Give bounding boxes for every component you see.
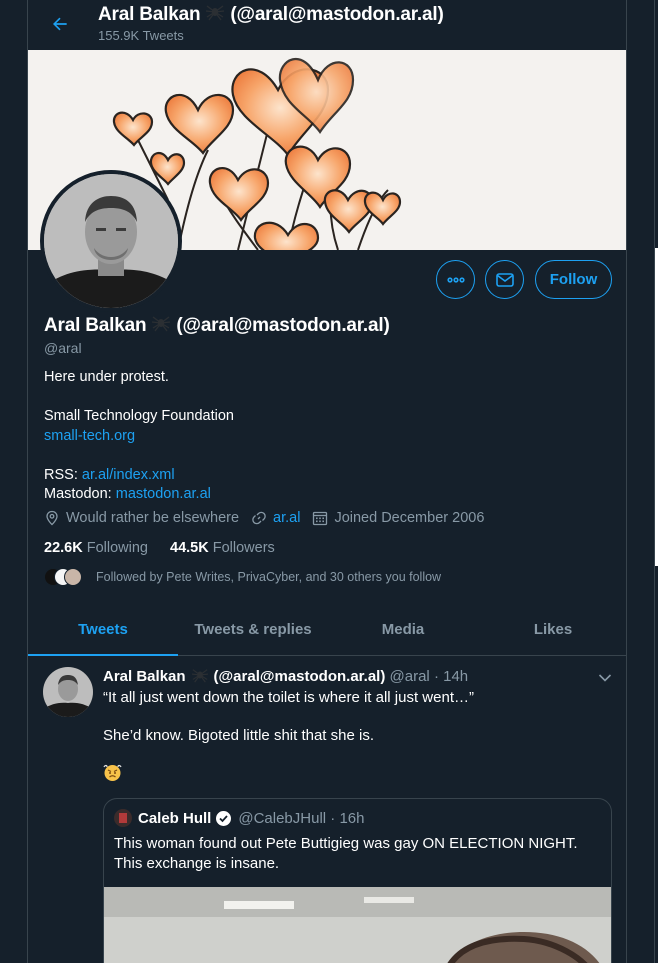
video-thumbnail [104, 887, 611, 963]
bio-link-small-tech[interactable]: small-tech.org [44, 428, 135, 444]
chevron-down-icon [598, 674, 612, 682]
link-icon [252, 511, 266, 525]
profile-handle: @aral [44, 340, 82, 356]
joined-item: Joined December 2006 [312, 510, 484, 526]
top-bar: Aral Balkan (@aral@mastodon.ar.al) 155.9K… [28, 0, 626, 50]
quoted-time: · 16h [330, 809, 365, 827]
profile-meta: Would rather be elsewhere ar.al Joined D… [44, 510, 496, 526]
bio-line: Here under protest. [44, 369, 169, 385]
quoted-tweet-header: Caleb Hull @CalebJHull · 16h [114, 809, 365, 827]
followed-by[interactable]: Followed by Pete Writes, PrivaCyber, and… [44, 568, 441, 586]
tweet-header: Aral Balkan (@aral@mastodon.ar.al) @aral … [103, 667, 468, 687]
spider-icon [150, 314, 172, 338]
profile-tabs: Tweets Tweets & replies Media Likes [28, 604, 626, 656]
back-arrow-icon [53, 17, 67, 31]
profile-display-name: Aral Balkan [44, 315, 147, 337]
profile-handle-suffix: (@aral@mastodon.ar.al) [176, 315, 390, 337]
tweet-body: “It all just went down the toilet is whe… [103, 688, 474, 745]
tweet-menu-button[interactable] [598, 670, 612, 688]
profile-column: Aral Balkan (@aral@mastodon.ar.al) 155.9K… [27, 0, 627, 963]
follow-counts: 22.6K Following 44.5K Followers [44, 540, 293, 556]
quoted-tweet-text: This woman found out Pete Buttigieg was … [114, 835, 578, 872]
tab-media[interactable]: Media [328, 604, 478, 655]
bio-line: Small Technology Foundation [44, 408, 234, 424]
followed-by-text: Followed by Pete Writes, PrivaCyber, and… [96, 570, 442, 584]
tweet-author-name[interactable]: Aral Balkan [103, 668, 186, 685]
angry-face-emoji [103, 763, 122, 782]
back-button[interactable] [44, 8, 76, 40]
rss-label: RSS: [44, 466, 78, 483]
following-label: Following [86, 540, 148, 556]
mastodon-link[interactable]: mastodon.ar.al [116, 486, 211, 502]
quoted-author-handle: @CalebJHull [238, 809, 327, 827]
website-link[interactable]: ar.al [273, 510, 300, 526]
joined-text: Joined December 2006 [334, 510, 485, 526]
profile-photo [44, 174, 178, 308]
followers-link[interactable]: 44.5K Followers [170, 540, 275, 556]
mail-icon [495, 272, 514, 287]
location-text: Would rather be elsewhere [66, 510, 240, 526]
location-icon [46, 510, 58, 526]
tab-tweets[interactable]: Tweets [28, 604, 178, 656]
profile-name: Aral Balkan (@aral@mastodon.ar.al) [44, 314, 390, 338]
mastodon-label: Mastodon: [44, 486, 112, 502]
tab-likes[interactable]: Likes [478, 604, 626, 655]
message-button[interactable] [485, 260, 524, 299]
quoted-author-name[interactable]: Caleb Hull [138, 810, 211, 827]
tweet-author-handle: @aral [389, 667, 430, 685]
tweet-line: “It all just went down the toilet is whe… [103, 689, 474, 706]
verified-icon [216, 810, 232, 826]
header-name: Aral Balkan [98, 4, 201, 26]
tweet-time[interactable]: · 14h [434, 668, 468, 685]
calendar-icon [313, 511, 328, 526]
tab-tweets-replies[interactable]: Tweets & replies [178, 604, 328, 655]
avatar [114, 809, 132, 827]
more-icon [446, 276, 465, 283]
tweet-author-handle-suffix: (@aral@mastodon.ar.al) [213, 667, 386, 685]
more-button[interactable] [436, 260, 475, 299]
tweet-avatar-photo [43, 667, 93, 717]
following-link[interactable]: 22.6K Following [44, 540, 148, 556]
followers-label: Followers [212, 540, 275, 556]
header-handle: (@aral@mastodon.ar.al) [230, 4, 444, 26]
quoted-tweet-media[interactable] [104, 887, 611, 963]
tweet-count: 155.9K Tweets [98, 28, 184, 43]
page-edge [654, 0, 658, 963]
profile-bio: Here under protest. Small Technology Fou… [44, 368, 234, 505]
followers-count: 44.5K [170, 540, 209, 556]
spider-icon [190, 667, 210, 687]
profile-avatar[interactable] [40, 170, 182, 312]
rss-link[interactable]: ar.al/index.xml [82, 467, 175, 483]
follow-button[interactable]: Follow [535, 260, 612, 299]
location-item: Would rather be elsewhere [44, 510, 239, 526]
following-count: 22.6K [44, 540, 83, 556]
tweet-avatar[interactable] [43, 667, 93, 717]
tweet-line: She’d know. Bigoted little shit that she… [103, 727, 374, 744]
header-title: Aral Balkan (@aral@mastodon.ar.al) [98, 3, 444, 27]
avatar [64, 568, 82, 586]
spider-icon [204, 3, 226, 27]
website-item: ar.al [251, 510, 300, 526]
quoted-tweet[interactable]: Caleb Hull @CalebJHull · 16h This woman … [103, 798, 612, 963]
